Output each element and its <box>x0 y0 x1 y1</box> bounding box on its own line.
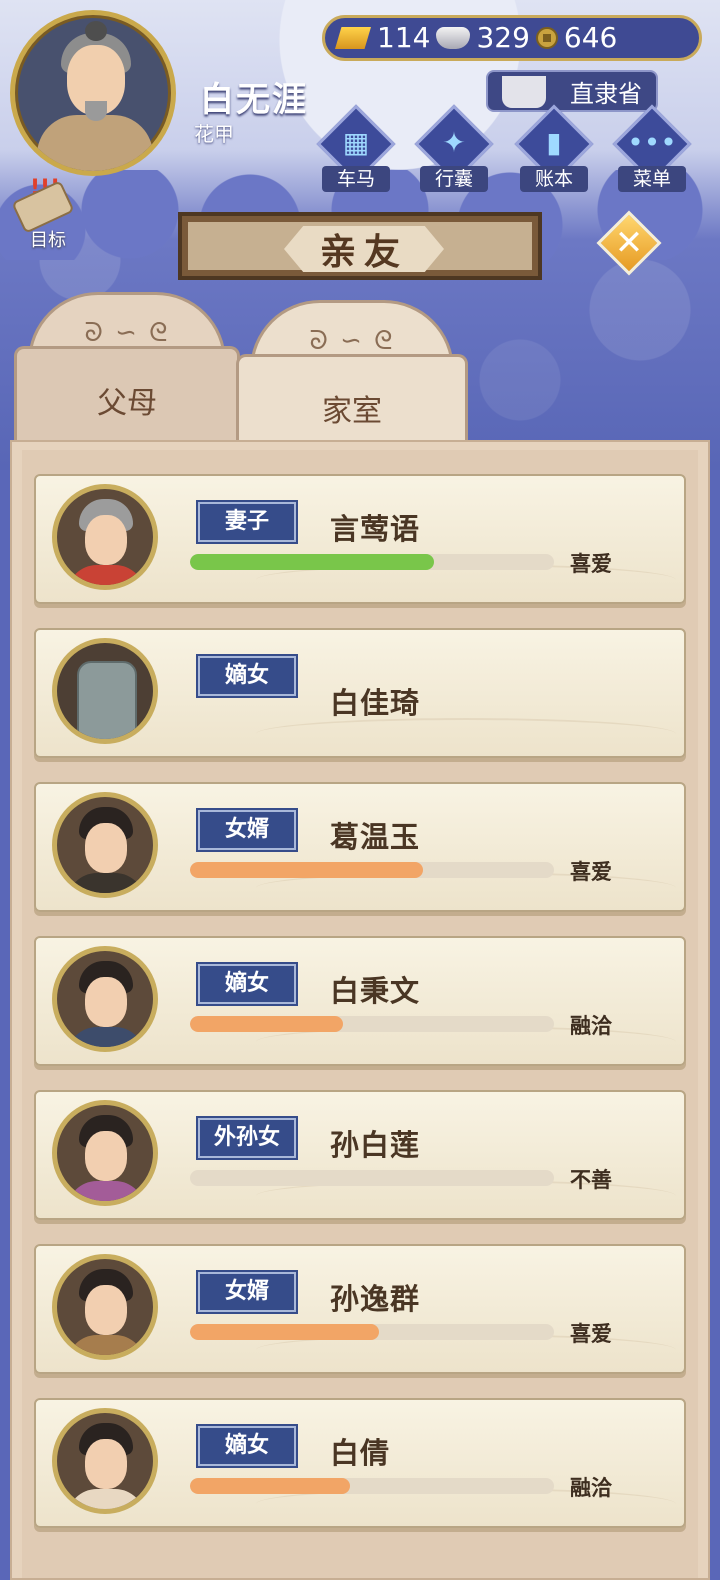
member-portrait[interactable] <box>52 1254 158 1360</box>
goal-button[interactable]: !!! 目标 <box>10 176 75 251</box>
nav-ledger-label: 账本 <box>520 166 588 192</box>
portrait-face <box>85 1439 127 1489</box>
avatar-beard <box>85 101 107 121</box>
wave-pattern <box>256 718 676 750</box>
member-role-tag: 嫡女 <box>196 654 298 698</box>
goal-label: 目标 <box>30 230 66 251</box>
carriage-icon: ▦ <box>342 126 370 159</box>
page-title: 亲友 <box>284 226 444 272</box>
copper-coin-icon <box>535 27 558 49</box>
close-icon: ✕ <box>614 223 644 263</box>
silver-count: 329 <box>476 21 530 54</box>
coin-count: 646 <box>563 21 618 54</box>
member-portrait[interactable] <box>52 1408 158 1514</box>
family-member-card[interactable]: 妻子 言莺语喜爱 <box>34 474 686 604</box>
member-relation-label: 不善 <box>570 1168 612 1192</box>
portrait-clothes <box>67 1489 145 1509</box>
player-name: 白无涯 <box>200 80 308 120</box>
gold-ingot-icon <box>335 27 371 49</box>
family-member-card[interactable]: 外孙女 孙白莲不善 <box>34 1090 686 1220</box>
tombstone-icon <box>77 661 137 739</box>
member-role-tag: 嫡女 <box>196 1424 298 1468</box>
affinity-bar <box>190 1478 554 1494</box>
affinity-bar-fill <box>190 1016 343 1032</box>
affinity-bar-fill <box>190 1324 380 1340</box>
member-portrait[interactable] <box>52 792 158 898</box>
bag-icon: ✦ <box>442 126 466 159</box>
portrait-clothes <box>67 1335 145 1355</box>
portrait-face <box>85 977 127 1027</box>
affinity-bar <box>190 1016 554 1032</box>
player-avatar[interactable] <box>10 10 176 176</box>
portrait-clothes <box>67 873 145 893</box>
member-relation-label: 喜爱 <box>570 1322 612 1346</box>
member-name: 白倩 <box>330 1436 391 1470</box>
nav-ledger-button[interactable]: ▮ 账本 <box>514 104 594 192</box>
family-member-card[interactable]: 嫡女 白倩融洽 <box>34 1398 686 1528</box>
portrait-clothes <box>67 565 145 585</box>
member-relation-label: 喜爱 <box>570 552 612 576</box>
member-role-tag: 女婿 <box>196 808 298 852</box>
family-member-card[interactable]: 嫡女 白佳琦 <box>34 628 686 758</box>
portrait-face <box>85 515 127 565</box>
tab-parents[interactable]: ᘐ ∽ ᘓ 父母 <box>14 292 240 452</box>
member-name: 白秉文 <box>330 974 421 1008</box>
portrait-clothes <box>67 1181 145 1201</box>
nav-menu-button[interactable]: ••• 菜单 <box>612 104 692 192</box>
member-role-tag: 妻子 <box>196 500 298 544</box>
nav-carriage-button[interactable]: ▦ 车马 <box>316 104 396 192</box>
resource-bar: 114 329 646 <box>322 15 702 61</box>
nav-carriage-label: 车马 <box>322 166 390 192</box>
avatar-bun <box>85 21 107 41</box>
tab-family-label: 家室 <box>322 394 382 429</box>
portrait-face <box>85 823 127 873</box>
tab-family[interactable]: ᘐ ∽ ᘓ 家室 <box>236 300 468 460</box>
more-dots-icon: ••• <box>627 126 677 159</box>
member-portrait[interactable] <box>52 638 158 744</box>
tab-parents-label: 父母 <box>97 386 157 421</box>
family-member-card[interactable]: 女婿 孙逸群喜爱 <box>34 1244 686 1374</box>
member-relation-label: 喜爱 <box>570 860 612 884</box>
gold-count: 114 <box>377 21 431 54</box>
affinity-bar-fill <box>190 554 434 570</box>
avatar-body <box>37 115 153 171</box>
affinity-bar-fill <box>190 862 423 878</box>
ledger-icon: ▮ <box>546 126 562 159</box>
portrait-face <box>85 1285 127 1335</box>
portrait-clothes <box>67 1027 145 1047</box>
member-name: 孙白莲 <box>330 1128 421 1162</box>
location-emblem-icon <box>502 76 546 108</box>
member-portrait[interactable] <box>52 1100 158 1206</box>
member-role-tag: 嫡女 <box>196 962 298 1006</box>
member-relation-label: 融洽 <box>570 1476 612 1500</box>
family-member-card[interactable]: 女婿 葛温玉喜爱 <box>34 782 686 912</box>
nav-menu-label: 菜单 <box>618 166 686 192</box>
member-portrait[interactable] <box>52 946 158 1052</box>
location-button[interactable]: 直隶省 <box>486 70 658 112</box>
affinity-bar <box>190 1324 554 1340</box>
silver-ingot-icon <box>436 27 471 49</box>
affinity-bar <box>190 862 554 878</box>
nav-bag-label: 行囊 <box>420 166 488 192</box>
member-role-tag: 外孙女 <box>196 1116 298 1160</box>
cloud-ornament-icon: ᘐ ∽ ᘓ <box>309 326 395 356</box>
member-name: 孙逸群 <box>330 1282 421 1316</box>
member-name: 葛温玉 <box>330 820 421 854</box>
title-board: 亲友 <box>178 212 542 280</box>
nav-bag-button[interactable]: ✦ 行囊 <box>414 104 494 192</box>
member-role-tag: 女婿 <box>196 1270 298 1314</box>
affinity-bar <box>190 554 554 570</box>
location-label: 直隶省 <box>570 79 642 108</box>
cloud-ornament-icon: ᘐ ∽ ᘓ <box>84 318 170 348</box>
member-relation-label: 融洽 <box>570 1014 612 1038</box>
member-name: 言莺语 <box>330 512 421 546</box>
portrait-face <box>85 1131 127 1181</box>
member-portrait[interactable] <box>52 484 158 590</box>
family-member-card[interactable]: 嫡女 白秉文融洽 <box>34 936 686 1066</box>
player-age-label: 花甲 <box>194 122 234 146</box>
affinity-bar-fill <box>190 1478 351 1494</box>
affinity-bar <box>190 1170 554 1186</box>
member-name: 白佳琦 <box>330 686 421 720</box>
